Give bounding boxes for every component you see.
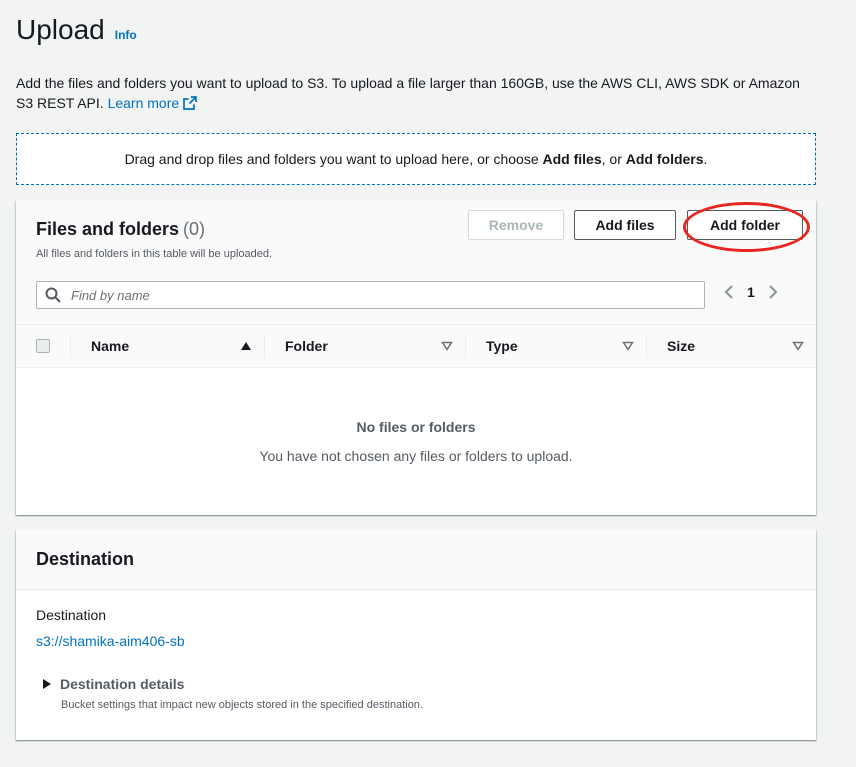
destination-details-toggle[interactable]: Destination details bbox=[36, 676, 796, 692]
learn-more-label[interactable]: Learn more bbox=[108, 95, 180, 111]
info-link[interactable]: Info bbox=[115, 28, 137, 42]
dropzone-text-suffix: . bbox=[703, 151, 708, 167]
select-all-cell bbox=[16, 325, 70, 367]
destination-link[interactable]: s3://shamika-aim406-sb bbox=[36, 633, 796, 649]
destination-details-description: Bucket settings that impact new objects … bbox=[61, 699, 423, 711]
empty-state: No files or folders You have not chosen … bbox=[16, 368, 816, 515]
destination-panel-header: Destination bbox=[16, 530, 816, 590]
dropzone-add-folders-text: Add folders bbox=[625, 151, 704, 167]
page-number[interactable]: 1 bbox=[747, 284, 755, 300]
files-panel-header: Files and folders (0) All files and folde… bbox=[16, 200, 816, 325]
intro-text: Add the files and folders you want to up… bbox=[16, 73, 816, 115]
dropzone-text-prefix: Drag and drop files and folders you want… bbox=[124, 151, 539, 167]
column-header-size[interactable]: Size bbox=[646, 334, 816, 358]
empty-state-title: No files or folders bbox=[356, 419, 476, 435]
remove-button[interactable]: Remove bbox=[468, 210, 564, 240]
destination-panel: Destination Destination s3://shamika-aim… bbox=[16, 530, 816, 740]
destination-panel-title: Destination bbox=[36, 549, 135, 569]
dropzone-text-middle: , or bbox=[601, 151, 622, 167]
destination-details-label[interactable]: Destination details bbox=[60, 676, 184, 692]
page-header: Upload Info bbox=[16, 14, 137, 46]
files-panel-title-text: Files and folders bbox=[36, 219, 180, 239]
column-header-label: Folder bbox=[285, 338, 328, 354]
caret-right-icon bbox=[43, 679, 51, 689]
empty-state-message: You have not chosen any files or folders… bbox=[259, 448, 573, 464]
search-box[interactable] bbox=[36, 281, 705, 309]
column-header-type[interactable]: Type bbox=[465, 334, 646, 358]
dropzone-add-files-text: Add files bbox=[542, 151, 602, 167]
sort-ascending-icon bbox=[240, 338, 252, 354]
column-header-label: Type bbox=[486, 338, 518, 354]
add-folder-button[interactable]: Add folder bbox=[687, 210, 803, 240]
search-icon bbox=[45, 287, 61, 303]
learn-more-link[interactable]: Learn more bbox=[108, 95, 198, 111]
table-header: Name Folder Type Size bbox=[16, 325, 816, 368]
upload-dropzone[interactable]: Drag and drop files and folders you want… bbox=[16, 133, 816, 185]
files-count: (0) bbox=[183, 219, 206, 239]
external-link-icon[interactable] bbox=[183, 95, 198, 115]
column-header-label: Size bbox=[667, 338, 696, 354]
add-files-button[interactable]: Add files bbox=[574, 210, 676, 240]
sort-descending-icon bbox=[792, 338, 804, 354]
files-panel-subtitle: All files and folders in this table will… bbox=[36, 248, 273, 260]
chevron-left-icon[interactable] bbox=[723, 285, 735, 299]
select-all-checkbox[interactable] bbox=[36, 339, 50, 353]
sort-descending-icon bbox=[441, 338, 453, 354]
column-header-folder[interactable]: Folder bbox=[264, 334, 465, 358]
column-header-name[interactable]: Name bbox=[70, 334, 264, 358]
destination-panel-body: Destination s3://shamika-aim406-sb Desti… bbox=[16, 590, 816, 727]
column-header-label: Name bbox=[91, 338, 130, 354]
chevron-right-icon[interactable] bbox=[767, 285, 779, 299]
search-input[interactable] bbox=[69, 286, 669, 304]
page-title: Upload bbox=[16, 14, 105, 45]
files-panel-title: Files and folders (0) bbox=[36, 219, 205, 240]
destination-label: Destination bbox=[36, 607, 107, 623]
files-and-folders-panel: Files and folders (0) All files and folde… bbox=[16, 200, 816, 515]
sort-descending-icon bbox=[622, 338, 634, 354]
pagination: 1 bbox=[723, 284, 779, 300]
